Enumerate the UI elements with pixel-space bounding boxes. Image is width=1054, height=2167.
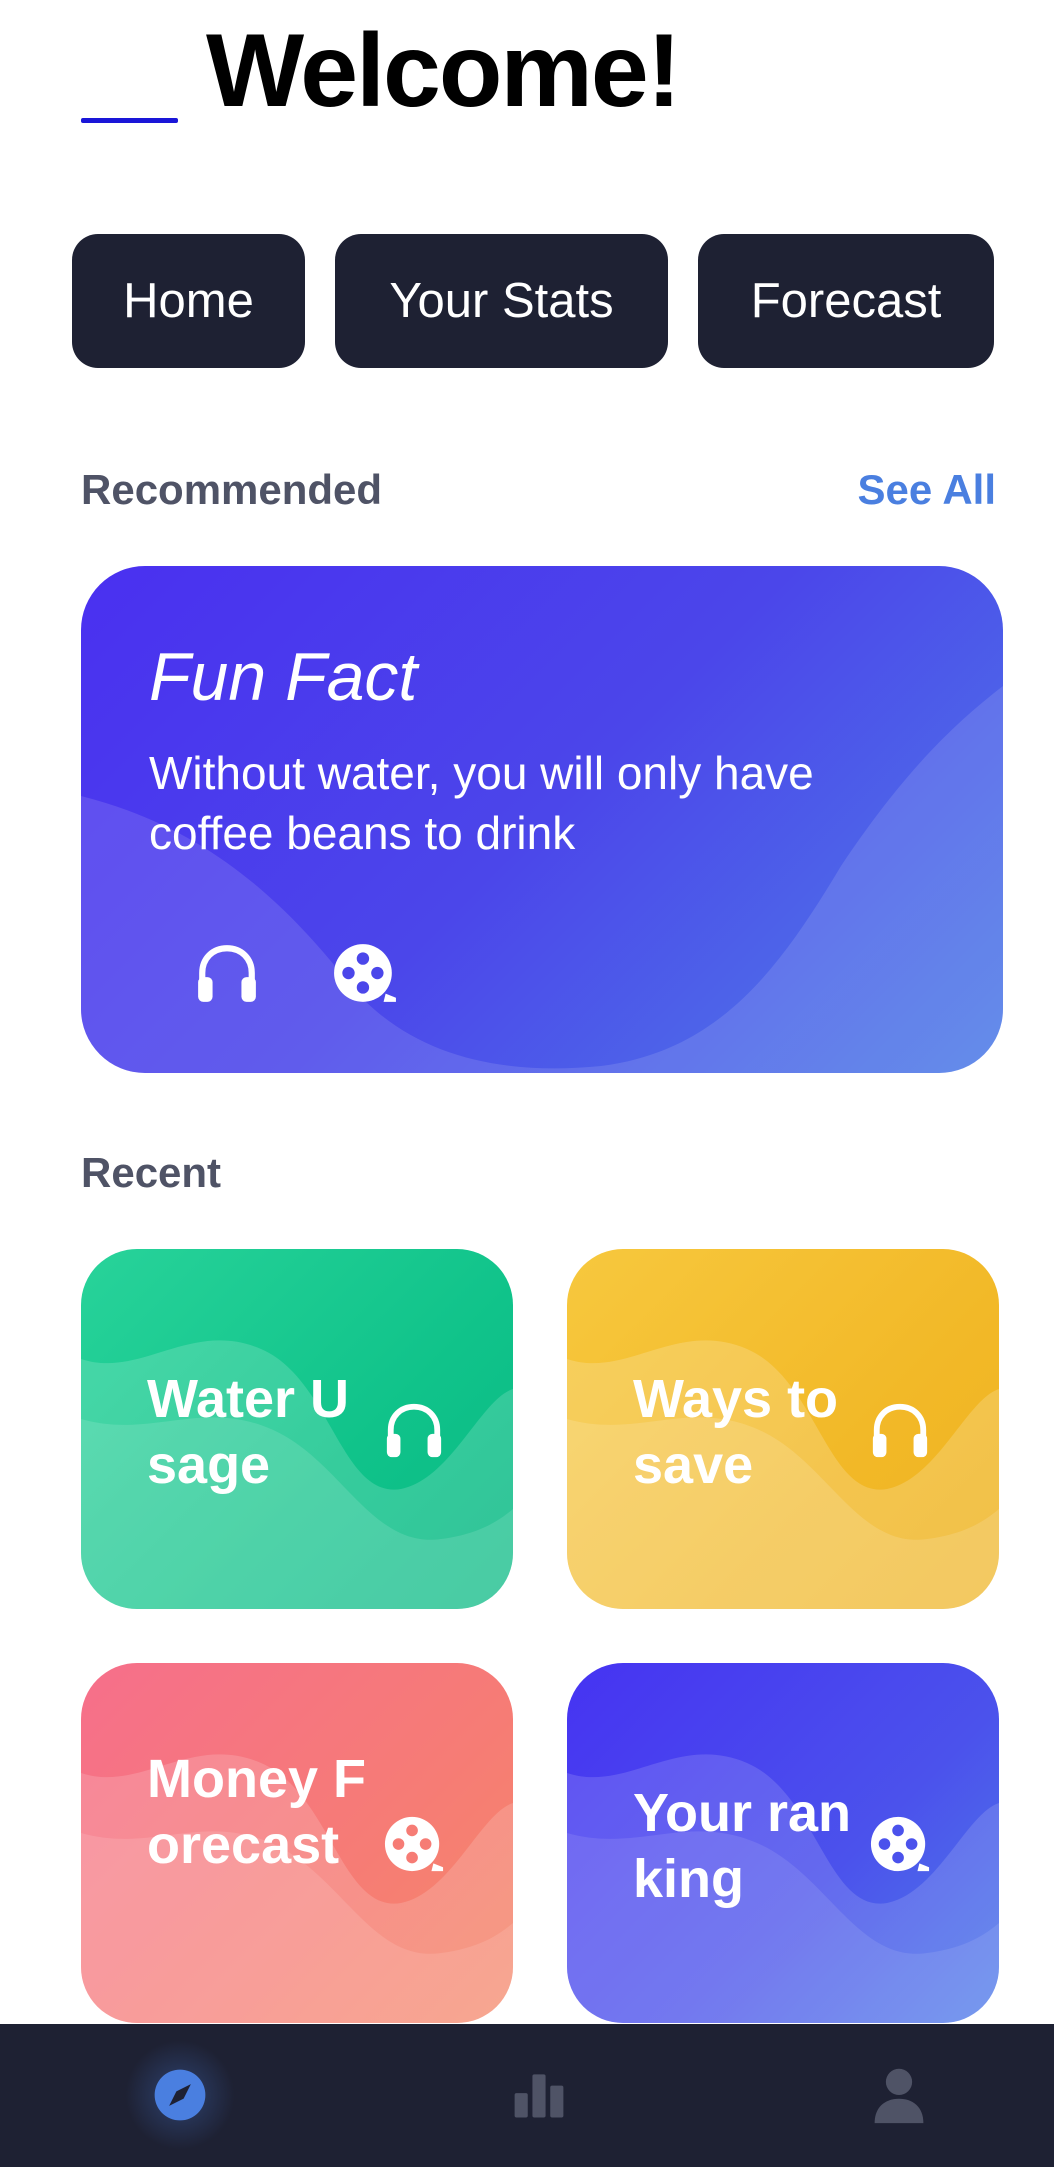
compass-icon[interactable] [125,2040,235,2150]
see-all-link[interactable]: See All [857,466,996,514]
fun-fact-card[interactable]: Fun Fact Without water, you will only ha… [81,566,1003,1073]
nav-home-button[interactable]: Home [72,234,305,368]
recommended-heading: Recommended [81,466,383,513]
film-reel-icon[interactable] [383,1813,445,1875]
headphones-icon[interactable] [383,1399,445,1461]
money-forecast-card[interactable]: Money Forecast [81,1663,513,2023]
header: Welcome! [0,0,1054,140]
film-reel-icon[interactable] [332,940,398,1006]
water-usage-card[interactable]: Water Usage [81,1249,513,1609]
card-title: Water Usage [147,1369,350,1495]
headphones-icon[interactable] [194,940,260,1006]
film-reel-icon[interactable] [869,1813,931,1875]
card-title: Your ranking [633,1783,852,1909]
bar-chart-icon[interactable] [506,2062,572,2128]
ways-to-save-card[interactable]: Ways to save [567,1249,999,1609]
your-ranking-card[interactable]: Your ranking [567,1663,999,2023]
nav-your-stats-button[interactable]: Your Stats [335,234,668,368]
headphones-icon[interactable] [869,1399,931,1461]
recent-heading: Recent [81,1149,222,1196]
user-icon[interactable] [866,2062,932,2128]
fun-fact-title: Fun Fact [149,639,418,715]
card-title: Money Forecast [147,1749,367,1875]
card-title: Ways to save [633,1369,839,1495]
fun-fact-body: Without water, you will only have coffee… [149,747,814,859]
page-title: Welcome! [206,13,681,129]
menu-icon[interactable] [81,118,178,123]
bottom-navigation-bar [0,2024,1054,2167]
nav-forecast-button[interactable]: Forecast [698,234,994,368]
